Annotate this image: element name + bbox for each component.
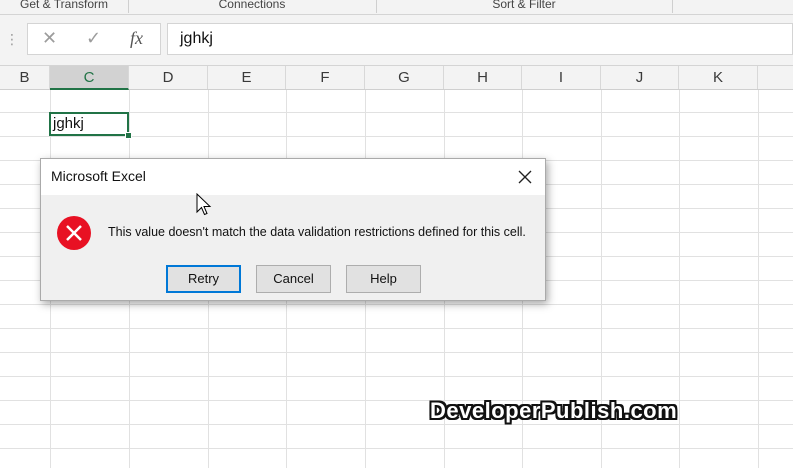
dialog-message: This value doesn't match the data valida… [108,225,526,239]
column-header-k[interactable]: K [679,66,758,89]
column-header-b[interactable]: B [0,66,50,89]
retry-button[interactable]: Retry [166,265,241,293]
insert-function-icon[interactable]: fx [130,28,143,49]
column-header-partial[interactable] [758,66,793,89]
help-button-label: Help [370,271,397,286]
column-header-g[interactable]: G [365,66,444,89]
close-icon [518,170,532,184]
watermark: DeveloperPublish.com [430,398,678,423]
ribbon-group-connections: Connections [128,0,377,13]
column-header-j[interactable]: J [601,66,679,89]
ribbon-group-sort-filter: Sort & Filter [376,0,673,13]
active-cell[interactable]: jghkj [49,112,129,136]
ribbon-group-labels: Get & Transform Connections Sort & Filte… [0,0,793,15]
dialog-titlebar[interactable]: Microsoft Excel [41,159,545,195]
column-header-h[interactable]: H [444,66,522,89]
column-header-d[interactable]: D [129,66,208,89]
dialog-title: Microsoft Excel [51,168,146,184]
help-button[interactable]: Help [346,265,421,293]
fill-handle[interactable] [125,132,132,139]
validation-error-dialog: Microsoft Excel This value doesn't match… [40,158,546,301]
ribbon-group-get-transform: Get & Transform [0,0,129,13]
cancel-button-label: Cancel [273,271,314,286]
formula-bar: ⋮ ✕ ✓ fx jghkj [0,15,793,66]
grip-handle-icon[interactable]: ⋮ [5,31,19,48]
enter-entry-icon[interactable]: ✓ [86,28,101,49]
column-header-e[interactable]: E [208,66,286,89]
mouse-pointer-icon [196,192,212,222]
column-header-c[interactable]: C [50,66,129,90]
cancel-entry-icon[interactable]: ✕ [42,28,57,49]
error-x-icon [56,215,92,251]
formula-input[interactable]: jghkj [167,23,793,55]
close-button[interactable] [511,163,539,191]
column-header-f[interactable]: F [286,66,365,89]
column-header-i[interactable]: I [522,66,601,89]
cancel-button[interactable]: Cancel [256,265,331,293]
retry-button-label: Retry [187,271,220,286]
column-headers: B C D E F G H I J K [0,66,793,90]
formula-buttons: ✕ ✓ fx [27,23,161,55]
